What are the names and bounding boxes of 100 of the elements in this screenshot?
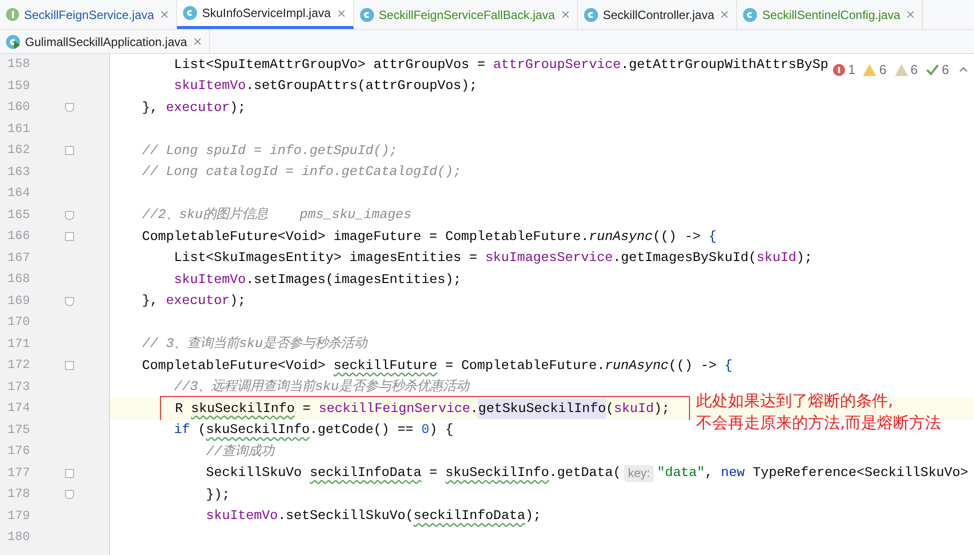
fold-icon[interactable] xyxy=(64,103,74,112)
line-number: 177 xyxy=(6,464,31,482)
code-token: CompletableFuture<Void> xyxy=(142,356,327,375)
problem-count: 6 xyxy=(879,61,887,79)
line-number: 179 xyxy=(6,508,31,525)
code-token: List<SpuItemAttrGroupVo> attrGroupVos = xyxy=(174,56,486,74)
line-number: 172 xyxy=(6,357,31,374)
code-token: skuId xyxy=(756,249,796,268)
fold-icon[interactable] xyxy=(64,210,74,220)
code-token: List<SkuImagesEntity> imagesEntities = xyxy=(174,249,478,268)
code-token: attrGroupService xyxy=(493,56,621,74)
line-number: 160 xyxy=(6,99,31,116)
close-icon[interactable] xyxy=(159,9,170,20)
tab-label: SkuInfoServiceImpl.java xyxy=(202,5,331,22)
line-number: 168 xyxy=(6,271,31,288)
close-icon[interactable] xyxy=(905,9,916,20)
code-token: // Long spuId = info.getSpuId(); xyxy=(142,142,398,160)
line-number: 180 xyxy=(6,529,31,546)
line-number: 171 xyxy=(6,336,31,353)
fold-icon[interactable] xyxy=(64,146,74,156)
code-token: //查询成功 xyxy=(206,442,274,461)
fold-icon[interactable] xyxy=(64,361,74,370)
code-token: }); xyxy=(206,486,230,504)
problem-count: 6 xyxy=(910,61,918,79)
code-token: runAsync xyxy=(588,228,653,246)
close-icon[interactable] xyxy=(336,8,347,18)
code-token: skuItemVo xyxy=(174,270,246,289)
class-icon xyxy=(584,8,598,22)
code-token: executor xyxy=(166,98,230,117)
line-number: 159 xyxy=(6,78,31,95)
code-token: . xyxy=(470,400,478,418)
close-icon[interactable] xyxy=(192,36,204,47)
editor-tab[interactable]: SkuInfoServiceImpl.java xyxy=(177,0,354,29)
spelling-check-icon xyxy=(926,64,939,76)
code-token: skuImagesService xyxy=(485,249,613,268)
code-token: .setSeckillSkuVo( xyxy=(278,507,414,526)
code-token: seckillFuture xyxy=(334,356,438,375)
code-token: R xyxy=(175,400,184,418)
tab-label: SeckillController.java xyxy=(602,6,714,24)
fold-icon[interactable] xyxy=(64,296,74,306)
line-number: 178 xyxy=(6,486,31,504)
line-number: 165 xyxy=(6,206,31,224)
line-number: 170 xyxy=(6,314,31,332)
class-icon xyxy=(360,8,374,22)
tab-label: SeckillFeignService.java xyxy=(24,6,154,24)
code-token: (() -> xyxy=(652,228,702,246)
tab-label: SeckillFeignServiceFallBack.java xyxy=(378,6,555,24)
code-token: skuSeckilInfo xyxy=(445,464,550,482)
code-token: if xyxy=(174,421,190,440)
code-token: new xyxy=(720,464,745,482)
code-token: 0 xyxy=(421,421,430,440)
line-number: 176 xyxy=(6,443,31,460)
code-token: //3、远程调用查询当前sku是否参与秒杀优惠活动 xyxy=(174,378,469,396)
code-token: { xyxy=(724,356,733,375)
class-icon xyxy=(743,8,758,22)
code-token: .setImages(imagesEntities); xyxy=(246,270,462,289)
code-token: , xyxy=(704,464,714,482)
code-token: seckilInfoData xyxy=(310,464,422,482)
code-token: seckillFeignService xyxy=(318,400,470,418)
code-token: ( xyxy=(196,421,206,440)
code-token: .getCode() == xyxy=(310,421,414,440)
code-token: ); xyxy=(796,249,812,268)
line-number: 174 xyxy=(6,400,31,418)
fold-icon[interactable] xyxy=(64,468,74,478)
class-run-icon xyxy=(6,34,20,48)
code-token: (() -> xyxy=(668,356,718,375)
code-token: //2、sku的图片信息 pms_sku_images xyxy=(142,206,412,224)
line-number: 169 xyxy=(6,292,31,310)
code-token: = xyxy=(302,400,312,418)
close-icon[interactable] xyxy=(719,9,730,20)
code-token: ); xyxy=(230,292,246,310)
tab-label: SeckillSentinelConfig.java xyxy=(762,6,900,24)
fold-icon[interactable] xyxy=(64,232,74,242)
code-token: skuSeckilInfo xyxy=(206,421,310,440)
line-number: 164 xyxy=(6,185,31,202)
line-number: 166 xyxy=(6,228,31,246)
code-token: CompletableFuture<Void> imageFuture = CompletableFuture. xyxy=(142,228,589,246)
code-token: skuId xyxy=(614,400,654,418)
code-token: .getAttrGroupWithAttrsBySp xyxy=(620,56,828,74)
fold-icon[interactable] xyxy=(64,490,74,500)
code-token: }, xyxy=(142,292,159,310)
code-token: { xyxy=(708,228,717,246)
code-token: = xyxy=(428,464,438,482)
problem-count: 6 xyxy=(942,61,949,79)
problem-count: 1 xyxy=(848,61,856,79)
code-token: }, xyxy=(142,98,159,117)
code-token: SeckillSkuVo xyxy=(206,464,303,482)
code-token: skuItemVo xyxy=(206,507,278,526)
code-token: .getData( xyxy=(549,464,621,482)
annotation-text: 此处如果达到了熔断的条件, 不会再走原来的方法,而是熔断方法 xyxy=(696,390,942,434)
code-token: // Long catalogId = info.getCatalogId(); xyxy=(142,163,462,182)
code-token: skuItemVo xyxy=(174,77,246,96)
line-number: 175 xyxy=(6,422,31,439)
close-icon[interactable] xyxy=(560,9,571,20)
line-number: 162 xyxy=(6,142,31,160)
code-token: TypeReference<SeckillSkuVo> xyxy=(752,464,968,482)
code-token: .getImagesBySkuId( xyxy=(612,249,757,268)
code-token: ( xyxy=(606,400,614,418)
code-token: ) { xyxy=(429,421,454,440)
line-number: 161 xyxy=(6,120,31,138)
